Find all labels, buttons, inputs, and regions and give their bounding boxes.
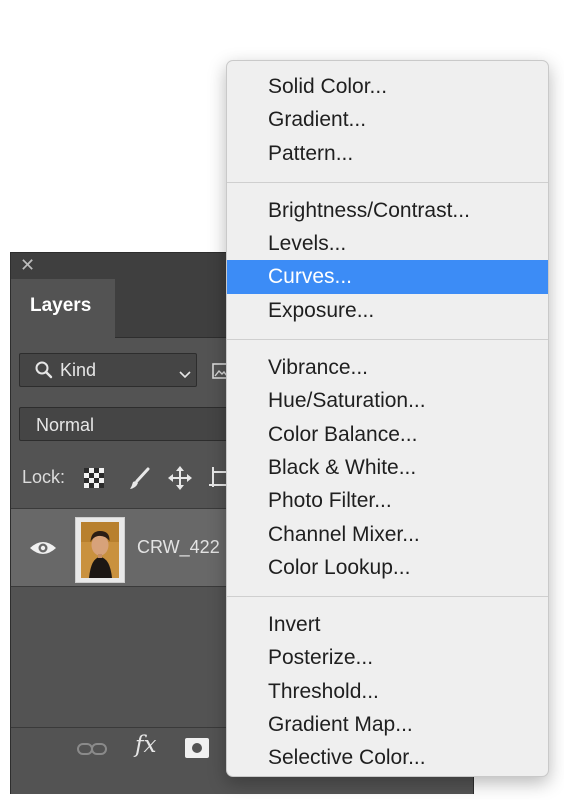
fx-icon[interactable]: fx — [135, 732, 156, 758]
menu-separator — [227, 339, 548, 341]
menu-item-hue-saturation[interactable]: Hue/Saturation... — [227, 384, 548, 417]
kind-filter-dropdown[interactable]: Kind — [19, 353, 197, 387]
close-icon[interactable]: ✕ — [20, 256, 35, 276]
blend-mode-label: Normal — [36, 415, 95, 435]
menu-item-gradient-map[interactable]: Gradient Map... — [227, 708, 548, 741]
adjustment-layer-menu: Solid Color... Gradient... Pattern... Brigh… — [226, 60, 549, 777]
menu-item-exposure[interactable]: Exposure... — [227, 294, 548, 327]
chevron-down-icon — [178, 364, 192, 385]
lock-label: Lock: — [22, 467, 66, 487]
layer-name: CRW_422 — [137, 537, 220, 557]
menu-item-gradient[interactable]: Gradient... — [227, 103, 548, 136]
menu-item-channel-mixer[interactable]: Channel Mixer... — [227, 518, 548, 551]
menu-item-color-balance[interactable]: Color Balance... — [227, 418, 548, 451]
menu-item-black-white[interactable]: Black & White... — [227, 451, 548, 484]
tab-layers[interactable]: Layers — [11, 279, 115, 338]
lock-image-pixels-icon[interactable] — [127, 466, 153, 497]
menu-item-selective-color[interactable]: Selective Color... — [227, 741, 548, 774]
eye-icon[interactable] — [29, 539, 57, 562]
menu-item-solid-color[interactable]: Solid Color... — [227, 70, 548, 103]
menu-separator — [227, 181, 548, 183]
menu-item-pattern[interactable]: Pattern... — [227, 137, 548, 170]
add-mask-icon[interactable] — [185, 738, 209, 763]
tab-layers-label: Layers — [30, 295, 92, 316]
lock-artboard-icon[interactable] — [209, 467, 227, 496]
menu-item-color-lookup[interactable]: Color Lookup... — [227, 551, 548, 584]
menu-item-levels[interactable]: Levels... — [227, 227, 548, 260]
menu-separator — [227, 596, 548, 598]
menu-item-curves[interactable]: Curves... — [227, 260, 548, 294]
menu-item-threshold[interactable]: Threshold... — [227, 675, 548, 708]
kind-filter-label: Kind — [60, 360, 97, 380]
lock-transparent-pixels-icon[interactable] — [83, 467, 105, 494]
menu-item-posterize[interactable]: Posterize... — [227, 641, 548, 674]
menu-item-invert[interactable]: Invert — [227, 608, 548, 641]
link-layers-icon[interactable] — [77, 742, 107, 761]
menu-item-vibrance[interactable]: Vibrance... — [227, 351, 548, 384]
portrait-thumbnail-image — [81, 522, 119, 578]
blend-mode-dropdown[interactable]: Normal — [19, 407, 249, 441]
layer-thumbnail[interactable] — [75, 517, 125, 583]
search-icon — [34, 360, 54, 385]
lock-position-icon[interactable] — [167, 465, 193, 496]
menu-item-brightness-contrast[interactable]: Brightness/Contrast... — [227, 194, 548, 227]
menu-item-photo-filter[interactable]: Photo Filter... — [227, 484, 548, 517]
